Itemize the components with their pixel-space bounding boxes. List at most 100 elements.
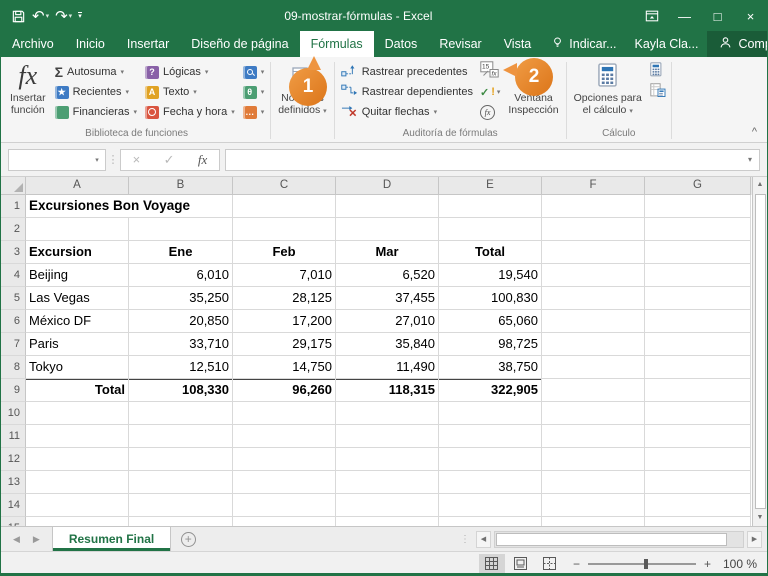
cell-B15[interactable]: [129, 517, 233, 526]
sheet-tab-resumen-final[interactable]: Resumen Final: [52, 527, 171, 551]
scroll-down-icon[interactable]: ▼: [757, 510, 764, 526]
tab-revisar[interactable]: Revisar: [428, 31, 492, 57]
save-icon[interactable]: [11, 9, 26, 24]
cell-D2[interactable]: [336, 218, 439, 241]
enter-icon[interactable]: ✓: [164, 152, 175, 168]
cell-B4[interactable]: 6,010: [129, 264, 233, 287]
row-header-11[interactable]: 11: [1, 425, 26, 448]
zoom-out-icon[interactable]: −: [573, 557, 580, 571]
cell-A8[interactable]: Tokyo: [26, 356, 129, 379]
cell-C9[interactable]: 96,260: [233, 379, 336, 402]
row-header-1[interactable]: 1: [1, 195, 26, 218]
cell-F8[interactable]: [542, 356, 645, 379]
row-header-3[interactable]: 3: [1, 241, 26, 264]
cell-A7[interactable]: Paris: [26, 333, 129, 356]
cell-D14[interactable]: [336, 494, 439, 517]
cell-A14[interactable]: [26, 494, 129, 517]
evaluate-formula-button[interactable]: fx: [477, 102, 498, 122]
zoom-level[interactable]: 100 %: [719, 557, 757, 571]
zoom-slider-thumb[interactable]: [644, 559, 648, 569]
cell-C13[interactable]: [233, 471, 336, 494]
cell-G8[interactable]: [645, 356, 751, 379]
cell-C3[interactable]: Feb: [233, 241, 336, 264]
cell-E6[interactable]: 65,060: [439, 310, 542, 333]
tab-vista[interactable]: Vista: [493, 31, 543, 57]
cell-D5[interactable]: 37,455: [336, 287, 439, 310]
cell-G1[interactable]: [645, 195, 751, 218]
cell-D10[interactable]: [336, 402, 439, 425]
cell-E14[interactable]: [439, 494, 542, 517]
column-header-D[interactable]: D: [336, 177, 439, 195]
cell-A11[interactable]: [26, 425, 129, 448]
row-header-5[interactable]: 5: [1, 287, 26, 310]
cell-C11[interactable]: [233, 425, 336, 448]
new-sheet-button[interactable]: +: [171, 527, 205, 551]
cell-G3[interactable]: [645, 241, 751, 264]
cell-F9[interactable]: [542, 379, 645, 402]
insert-function-fx-icon[interactable]: fx: [198, 152, 207, 168]
scroll-up-icon[interactable]: ▲: [757, 177, 764, 193]
cell-B9[interactable]: 108,330: [129, 379, 233, 402]
cell-B12[interactable]: [129, 448, 233, 471]
tab-inicio[interactable]: Inicio: [65, 31, 116, 57]
cell-D1[interactable]: [336, 195, 439, 218]
vertical-scroll-thumb[interactable]: [755, 194, 766, 509]
formula-bar-expand-icon[interactable]: ▾: [741, 155, 759, 164]
cell-C2[interactable]: [233, 218, 336, 241]
trace-dependents-button[interactable]: Rastrear dependientes: [337, 82, 477, 102]
page-layout-view-button[interactable]: [508, 554, 534, 573]
zoom-slider[interactable]: [588, 563, 696, 565]
cell-A5[interactable]: Las Vegas: [26, 287, 129, 310]
vertical-scrollbar[interactable]: ▲ ▼: [752, 177, 767, 526]
logical-functions-button[interactable]: ?Lógicas▾: [141, 62, 239, 82]
cell-F10[interactable]: [542, 402, 645, 425]
tab-formulas[interactable]: Fórmulas: [300, 31, 374, 57]
zoom-in-icon[interactable]: +: [704, 557, 711, 571]
cell-E8[interactable]: 38,750: [439, 356, 542, 379]
row-header-4[interactable]: 4: [1, 264, 26, 287]
row-header-12[interactable]: 12: [1, 448, 26, 471]
row-header-8[interactable]: 8: [1, 356, 26, 379]
cell-D4[interactable]: 6,520: [336, 264, 439, 287]
column-header-E[interactable]: E: [439, 177, 542, 195]
cell-B7[interactable]: 33,710: [129, 333, 233, 356]
column-header-F[interactable]: F: [542, 177, 645, 195]
cell-B3[interactable]: Ene: [129, 241, 233, 264]
cancel-icon[interactable]: ×: [133, 152, 141, 167]
cell-G12[interactable]: [645, 448, 751, 471]
cell-F1[interactable]: [542, 195, 645, 218]
cell-B13[interactable]: [129, 471, 233, 494]
row-header-14[interactable]: 14: [1, 494, 26, 517]
name-box[interactable]: ▾: [8, 149, 106, 171]
close-button[interactable]: ×: [734, 1, 767, 31]
tab-archivo[interactable]: Archivo: [1, 31, 65, 57]
hscroll-left-icon[interactable]: ◀: [476, 531, 491, 548]
cell-B5[interactable]: 35,250: [129, 287, 233, 310]
cell-F5[interactable]: [542, 287, 645, 310]
formula-bar-input[interactable]: ▾: [225, 149, 760, 171]
cell-A4[interactable]: Beijing: [26, 264, 129, 287]
cell-F3[interactable]: [542, 241, 645, 264]
collapse-ribbon-icon[interactable]: ^: [752, 126, 757, 138]
cell-F4[interactable]: [542, 264, 645, 287]
cell-E12[interactable]: [439, 448, 542, 471]
cell-G13[interactable]: [645, 471, 751, 494]
cell-C7[interactable]: 29,175: [233, 333, 336, 356]
cell-C12[interactable]: [233, 448, 336, 471]
hscroll-splitter[interactable]: ⋮: [460, 534, 470, 545]
row-header-13[interactable]: 13: [1, 471, 26, 494]
lookup-functions-button[interactable]: ▾: [239, 62, 269, 82]
cell-E7[interactable]: 98,725: [439, 333, 542, 356]
cell-C6[interactable]: 17,200: [233, 310, 336, 333]
maximize-button[interactable]: □: [701, 1, 734, 31]
cell-C15[interactable]: [233, 517, 336, 526]
cell-D7[interactable]: 35,840: [336, 333, 439, 356]
calculation-options-button[interactable]: Opciones para el cálculo ▾: [569, 59, 647, 127]
cell-E13[interactable]: [439, 471, 542, 494]
cell-G2[interactable]: [645, 218, 751, 241]
cell-B10[interactable]: [129, 402, 233, 425]
cell-A1[interactable]: Excursiones Bon Voyage: [26, 195, 233, 218]
row-header-2[interactable]: 2: [1, 218, 26, 241]
cell-B8[interactable]: 12,510: [129, 356, 233, 379]
cell-A10[interactable]: [26, 402, 129, 425]
